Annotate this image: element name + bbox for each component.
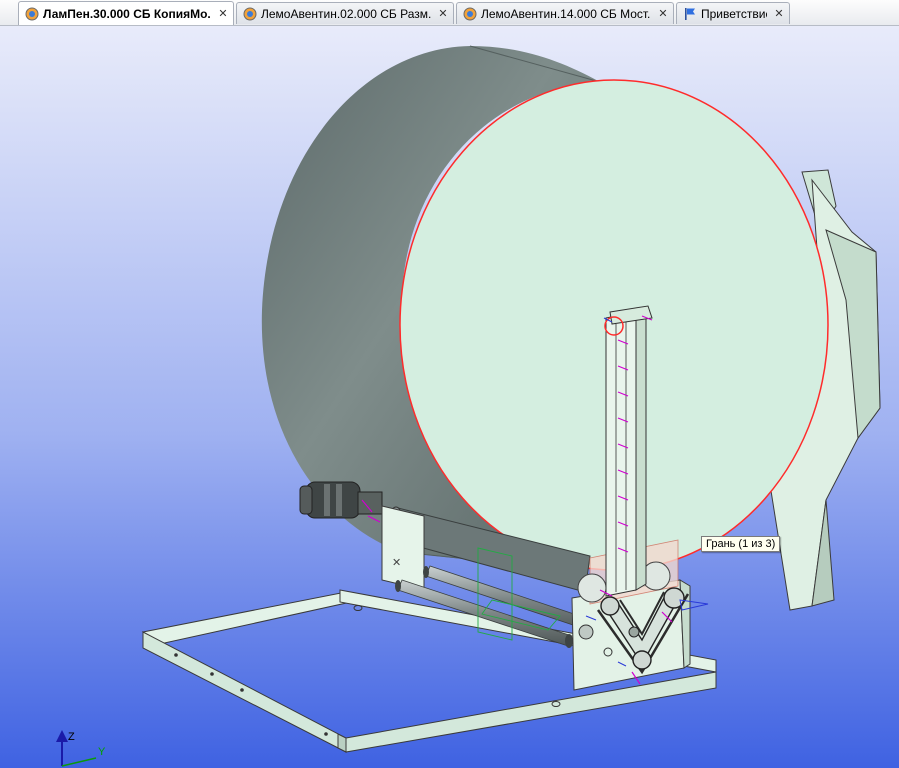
tab-label: ЛемоАвентин.02.000 СБ Разм... (261, 6, 431, 21)
vertical-column[interactable] (604, 305, 653, 597)
tab-lemoaventin-14[interactable]: ЛемоАвентин.14.000 СБ Мост... ✕ (456, 2, 674, 24)
tab-label: ЛамПен.30.000 СБ КопияМо... (43, 6, 211, 21)
tab-label: Приветствие (701, 6, 767, 21)
document-tab-bar: ЛамПен.30.000 СБ КопияМо... ✕ ЛемоАвенти… (0, 0, 899, 26)
tab-welcome[interactable]: Приветствие ✕ (676, 2, 790, 24)
model-icon (463, 7, 477, 20)
svg-text:✕: ✕ (392, 557, 401, 569)
close-icon[interactable]: ✕ (436, 7, 450, 21)
axis-y-label: Y (98, 746, 106, 758)
close-icon[interactable]: ✕ (216, 7, 230, 21)
flag-icon (685, 7, 695, 20)
model-icon (243, 7, 257, 20)
close-icon[interactable]: ✕ (656, 7, 670, 21)
model-icon (25, 7, 39, 20)
close-icon[interactable]: ✕ (772, 7, 786, 21)
model-scene[interactable]: ✕ (0, 26, 899, 768)
3d-viewport[interactable]: ✕ Грань (1 из 3) Z Y (0, 26, 899, 768)
axis-z-label: Z (68, 731, 75, 743)
tab-lemoaventin-02[interactable]: ЛемоАвентин.02.000 СБ Разм... ✕ (236, 2, 454, 24)
left-side-plate[interactable]: ✕ (381, 505, 425, 591)
face-tooltip: Грань (1 из 3) (701, 536, 781, 552)
tab-label: ЛемоАвентин.14.000 СБ Мост... (481, 6, 651, 21)
tab-lampen-30[interactable]: ЛамПен.30.000 СБ КопияМо... ✕ (18, 1, 234, 25)
